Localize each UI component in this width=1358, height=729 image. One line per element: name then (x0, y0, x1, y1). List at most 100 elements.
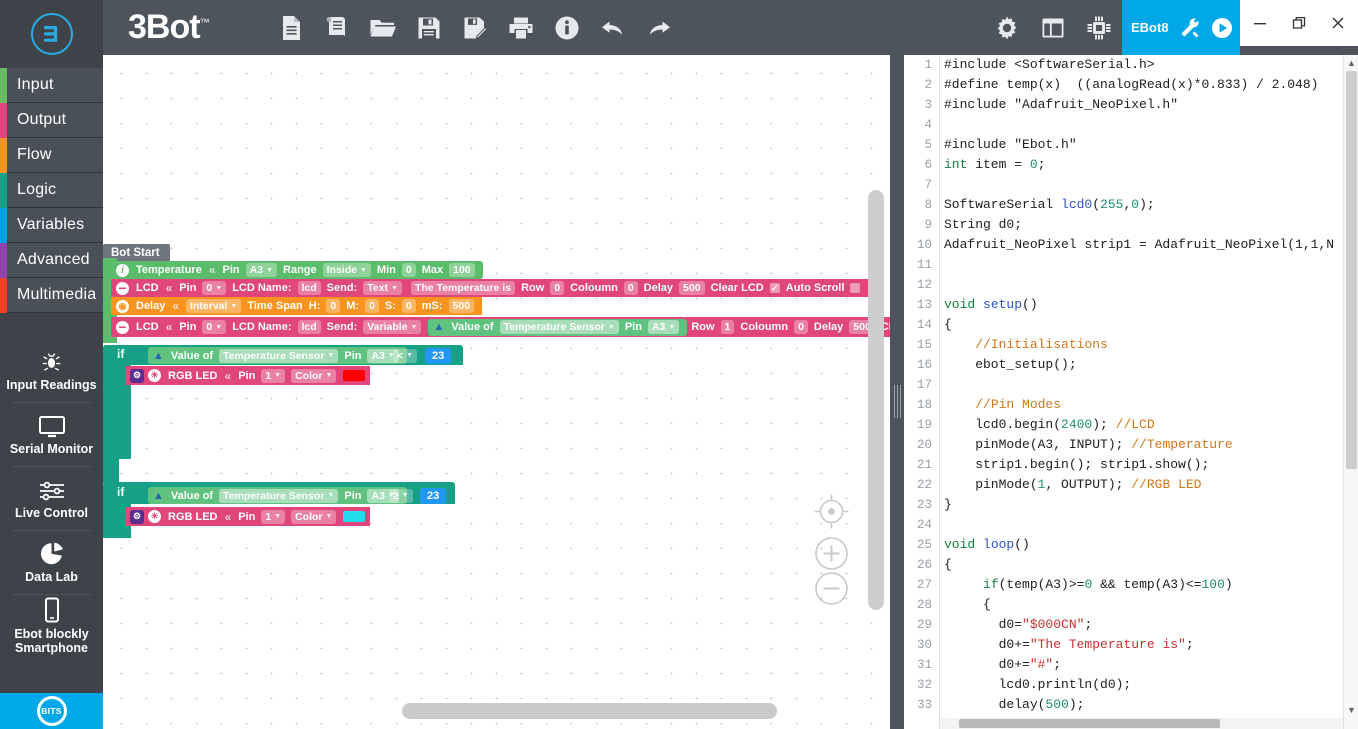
block-lcd-text[interactable]: − LCD « Pin 0 ▼ LCD Name: lcd Send: Text ▼… (111, 279, 869, 297)
send-dropdown[interactable]: Text ▼ (363, 281, 402, 295)
block-if1-condition[interactable]: ▲ Value of Temperature Sensor ▼ Pin A3 ▼ (148, 347, 407, 364)
collapse-icon[interactable]: « (172, 299, 179, 313)
sidebar-item-data-lab[interactable]: Data Lab (0, 530, 103, 594)
lcd-name-field[interactable]: lcd (297, 320, 321, 334)
save-icon[interactable] (406, 0, 452, 55)
code-horizontal-scrollbar[interactable] (940, 718, 1343, 729)
sensor-dropdown[interactable]: Temperature Sensor ▼ (219, 348, 339, 363)
collapse-icon[interactable]: « (166, 320, 173, 334)
minutes-field[interactable]: 0 (365, 299, 379, 313)
collapse-icon[interactable]: « (209, 263, 216, 277)
pin-dropdown[interactable]: 0 ▼ (202, 320, 227, 334)
min-field[interactable]: 0 (401, 263, 416, 277)
close-button[interactable] (1320, 0, 1356, 46)
canvas-vertical-scrollbar[interactable] (868, 190, 884, 610)
canvas-hscroll-thumb[interactable] (402, 703, 777, 719)
code-editor[interactable]: 1 2 3 4 5 6 7 8 9 10 11 12 13 14 15 16 1… (904, 55, 1358, 729)
hours-field[interactable]: 0 (326, 299, 341, 313)
pin-dropdown[interactable]: 0 ▼ (202, 281, 227, 295)
operator-dropdown[interactable]: < ▼ (393, 348, 418, 363)
code-vertical-scrollbar[interactable]: ▲ ▼ (1343, 55, 1358, 729)
millis-field[interactable]: 500 (448, 299, 475, 313)
delay-mode-dropdown[interactable]: Interval ▼ (186, 299, 242, 313)
lcd-text-field[interactable]: The Temperature is (410, 281, 516, 295)
code-vscroll-thumb[interactable] (1346, 71, 1357, 469)
layout-icon[interactable] (1030, 0, 1076, 55)
blockly-canvas[interactable]: Bot Start i Temperature « Pin A3 ▼ Range … (103, 55, 890, 729)
print-icon[interactable] (498, 0, 544, 55)
sidebar-item-input-readings[interactable]: Input Readings (0, 338, 103, 402)
sidebar-item-output[interactable]: Output (0, 103, 103, 138)
sidebar-item-variables[interactable]: Variables (0, 208, 103, 243)
minimize-button[interactable] (1242, 0, 1278, 46)
restore-button[interactable] (1281, 0, 1317, 46)
block-rgb-led-1[interactable]: ⚙ ☀ RGB LED « Pin 1 ▼ Color ▼ (125, 366, 371, 385)
sidebar-item-advanced[interactable]: Advanced (0, 243, 103, 278)
collapse-icon[interactable]: « (225, 510, 232, 524)
pin-dropdown[interactable]: A3 ▼ (245, 263, 278, 277)
save-as-icon[interactable] (452, 0, 498, 55)
sidebar-item-live-control[interactable]: Live Control (0, 466, 103, 530)
canvas-vscroll-thumb[interactable] (868, 190, 884, 610)
send-dropdown[interactable]: Variable ▼ (363, 320, 422, 334)
block-if2-condition[interactable]: ▲ Value of Temperature Sensor ▼ Pin A3 ▼ (148, 487, 407, 504)
examples-icon[interactable] (314, 0, 360, 55)
pin-dropdown[interactable]: 1 ▼ (261, 368, 286, 383)
block-if2-operator[interactable]: ≥ ▼ (381, 487, 421, 504)
redo-icon[interactable] (636, 0, 682, 55)
tools-icon[interactable] (1179, 17, 1201, 39)
sidebar-item-serial-monitor[interactable]: Serial Monitor (0, 402, 103, 466)
range-dropdown[interactable]: Inside ▼ (322, 263, 371, 277)
lcd-name-field[interactable]: lcd (297, 281, 321, 295)
zoom-out-button[interactable] (814, 571, 849, 611)
operator-dropdown[interactable]: ≥ ▼ (389, 488, 413, 503)
scroll-down-icon[interactable]: ▼ (1344, 702, 1358, 718)
new-file-icon[interactable] (268, 0, 314, 55)
sidebar-item-flow[interactable]: Flow (0, 138, 103, 173)
scroll-up-icon[interactable]: ▲ (1344, 55, 1358, 71)
zoom-in-button[interactable] (814, 536, 849, 576)
block-temperature[interactable]: i Temperature « Pin A3 ▼ Range Inside ▼ Mi… (111, 261, 483, 279)
info-icon[interactable] (544, 0, 590, 55)
max-field[interactable]: 100 (449, 263, 475, 277)
play-icon[interactable] (1211, 17, 1233, 39)
sidebar-item-logic[interactable]: Logic (0, 173, 103, 208)
sensor-dropdown[interactable]: Temperature Sensor ▼ (499, 320, 619, 334)
auto-scroll-checkbox[interactable] (850, 283, 861, 293)
collapse-icon[interactable]: « (166, 281, 173, 295)
undo-icon[interactable] (590, 0, 636, 55)
color-swatch-red[interactable] (343, 370, 366, 381)
color-dropdown[interactable]: Color ▼ (291, 509, 337, 524)
block-rgb-led-2[interactable]: ⚙ ☀ RGB LED « Pin 1 ▼ Color ▼ (125, 507, 371, 526)
gear-icon[interactable] (984, 0, 1030, 55)
sensor-dropdown[interactable]: Temperature Sensor ▼ (219, 488, 339, 503)
canvas-horizontal-scrollbar[interactable] (302, 703, 877, 719)
block-if1-compare-value[interactable]: 23 (425, 348, 452, 364)
pin-dropdown[interactable]: 1 ▼ (261, 509, 286, 524)
code-hscroll-thumb[interactable] (959, 719, 1220, 728)
chip-icon[interactable] (1076, 0, 1122, 55)
block-value-of-sensor[interactable]: ▲ Value of Temperature Sensor ▼ Pin A3 ▼ (428, 318, 688, 336)
block-lcd-variable[interactable]: − LCD « Pin 0 ▼ LCD Name: lcd Send: Varia… (111, 317, 890, 337)
row-field[interactable]: 0 (550, 281, 565, 295)
gear-square-icon[interactable]: ⚙ (130, 509, 144, 524)
color-dropdown[interactable]: Color ▼ (291, 368, 337, 383)
seconds-field[interactable]: 0 (401, 299, 416, 313)
open-folder-icon[interactable] (360, 0, 406, 55)
color-swatch-cyan[interactable] (343, 511, 366, 522)
column-field[interactable]: 0 (794, 320, 808, 334)
sidebar-item-ebot-blockly-smartphone[interactable]: Ebot blockly Smartphone (0, 594, 103, 658)
sidebar-item-input[interactable]: Input (0, 68, 103, 103)
delay-field[interactable]: 500 (679, 281, 705, 295)
panel-splitter[interactable] (890, 55, 904, 729)
block-delay[interactable]: ◉ Delay « Interval ▼ Time Span H: 0 M: 0 … (111, 297, 483, 315)
code-text[interactable]: #include <SoftwareSerial.h> #define temp… (944, 55, 1358, 729)
app-logo[interactable] (0, 0, 103, 68)
column-field[interactable]: 0 (623, 281, 638, 295)
sidebar-item-multimedia[interactable]: Multimedia (0, 278, 103, 313)
sensor-pin-dropdown[interactable]: A3 ▼ (647, 320, 680, 334)
block-if1-operator[interactable]: < ▼ (385, 347, 425, 364)
gear-square-icon[interactable]: ⚙ (130, 368, 144, 383)
center-canvas-button[interactable] (813, 493, 850, 535)
block-if2-compare-value[interactable]: 23 (420, 488, 447, 504)
